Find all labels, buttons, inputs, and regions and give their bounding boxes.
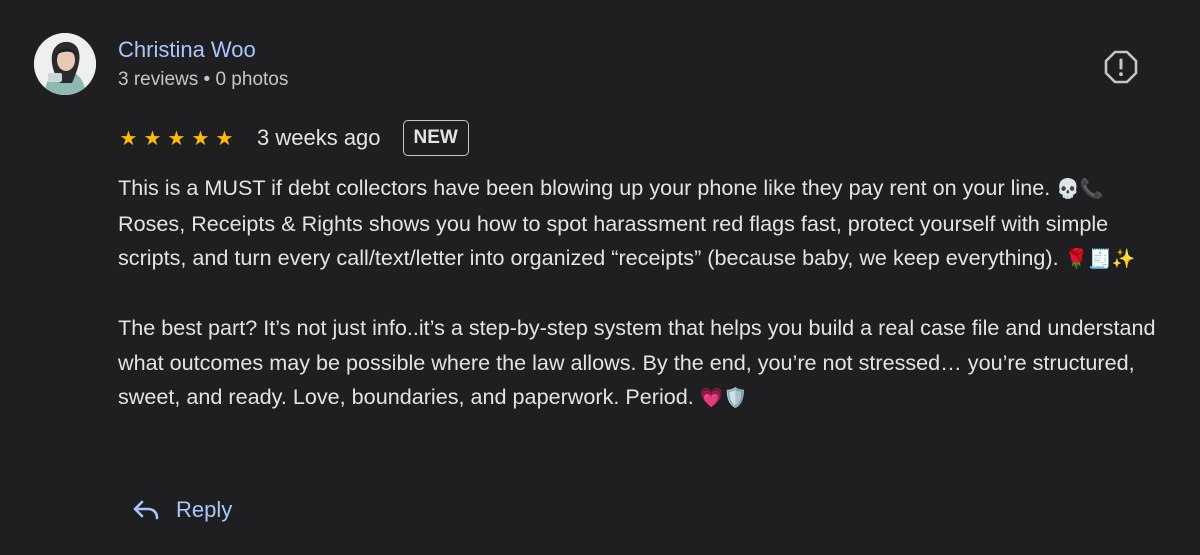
author-avatar[interactable] — [34, 33, 96, 95]
review-text-segment: This is a MUST if debt collectors have b… — [118, 175, 1057, 200]
author-stats: 3 reviews • 0 photos — [118, 69, 289, 90]
review-paragraph: This is a MUST if debt collectors have b… — [118, 171, 1168, 277]
review-text: This is a MUST if debt collectors have b… — [118, 171, 1168, 416]
star-rating: ★ ★ ★ ★ ★ — [118, 128, 235, 148]
profile-photo-icon — [34, 33, 96, 95]
reply-label: Reply — [176, 497, 233, 522]
review-paragraph: The best part? It’s not just info..it’s … — [118, 311, 1168, 416]
reply-arrow-icon — [133, 500, 159, 520]
report-icon — [1104, 50, 1138, 84]
review-text-segment: Roses, Receipts & Rights shows you how t… — [118, 210, 1109, 271]
rating-row: ★ ★ ★ ★ ★ 3 weeks ago NEW — [118, 118, 469, 158]
star-icon: ★ — [119, 126, 138, 150]
new-badge: NEW — [402, 120, 469, 156]
skull-phone-emoji: 💀📞 — [1056, 178, 1104, 200]
rose-receipt-sparkles-emoji: 🌹🧾✨ — [1064, 248, 1136, 270]
review-card: Christina Woo 3 reviews • 0 photos ★ ★ ★… — [0, 0, 1200, 555]
star-icon: ★ — [143, 126, 162, 150]
report-button[interactable] — [1104, 50, 1138, 84]
star-icon: ★ — [167, 126, 186, 150]
star-icon: ★ — [215, 126, 234, 150]
star-icon: ★ — [191, 126, 210, 150]
reply-button[interactable]: Reply — [132, 490, 232, 530]
review-date: 3 weeks ago — [257, 125, 381, 150]
author-name[interactable]: Christina Woo — [118, 36, 256, 64]
review-text-segment: The best part? It’s not just info..it’s … — [118, 315, 1156, 409]
heart-shield-emoji: 💗🛡️ — [699, 387, 748, 409]
